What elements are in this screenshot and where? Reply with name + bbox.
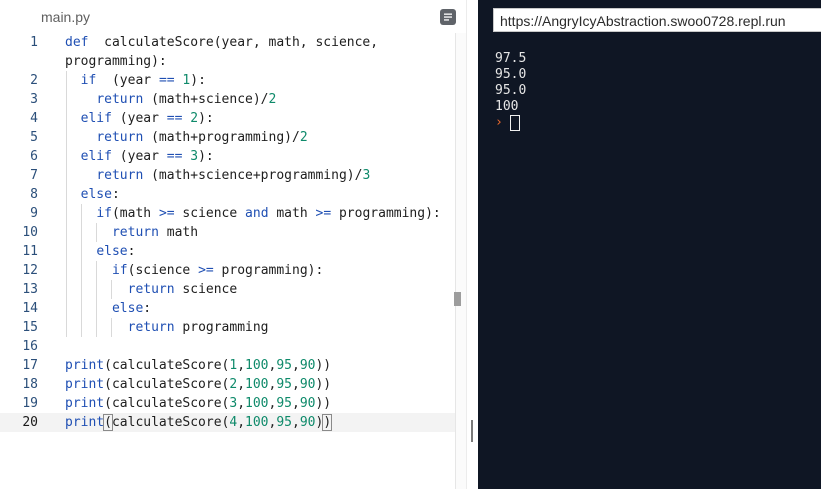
line-number: 18 [22, 377, 38, 392]
line-number: 19 [22, 396, 38, 411]
code-line[interactable]: 11 else: [0, 242, 455, 261]
chevron-right-icon: › [495, 115, 503, 130]
repl-url-bar[interactable]: https://AngryIcyAbstraction.swoo0728.rep… [493, 8, 821, 32]
console-output-line: 100 [495, 99, 519, 114]
code-line[interactable]: 5 return (math+programming)/2 [0, 128, 455, 147]
code-line[interactable]: 20 print(calculateScore(4,100,95,90)) [0, 413, 455, 432]
code-text: else: [111, 301, 152, 316]
code-text: return (math+programming)/2 [96, 130, 308, 145]
console-cursor [510, 115, 520, 131]
code-line[interactable]: 2 if (year == 1): [0, 71, 455, 90]
code-line[interactable]: 13 return science [0, 280, 455, 299]
line-number: 6 [30, 149, 38, 164]
code-line[interactable]: 9 if(math >= science and math >= program… [0, 204, 455, 223]
sidebar-menu-icon[interactable] [440, 9, 456, 25]
line-number: 16 [22, 339, 38, 354]
code-text: if (year == 1): [80, 73, 206, 88]
code-line[interactable]: 19 print(calculateScore(3,100,95,90)) [0, 394, 455, 413]
code-line[interactable]: 14 else: [0, 299, 455, 318]
code-editor-pane: main.py 1 def calculateScore(year, math, … [0, 0, 466, 489]
file-tab-main-py[interactable]: main.py [41, 9, 90, 25]
code-text: elif (year == 2): [80, 111, 214, 126]
code-line[interactable]: 3 return (math+science)/2 [0, 90, 455, 109]
editor-vertical-scrollbar[interactable] [455, 33, 466, 489]
code-line[interactable]: 15 return programming [0, 318, 455, 337]
line-number: 13 [22, 282, 38, 297]
line-number: 10 [22, 225, 38, 240]
line-number: 14 [22, 301, 38, 316]
line-number: 9 [30, 206, 38, 221]
line-number: 7 [30, 168, 38, 183]
line-number: 15 [22, 320, 38, 335]
line-number: 1 [30, 35, 38, 50]
code-line[interactable]: 17 print(calculateScore(1,100,95,90)) [0, 356, 455, 375]
code-text: else: [80, 187, 120, 202]
code-text: def calculateScore(year, math, science, [65, 35, 379, 50]
line-number: 4 [30, 111, 38, 126]
repl-url[interactable]: https://AngryIcyAbstraction.swoo0728.rep… [500, 13, 786, 29]
line-number: 5 [30, 130, 38, 145]
code-text: return (math+science)/2 [96, 92, 277, 107]
console-output-line: 95.0 [495, 83, 527, 98]
line-number: 11 [22, 244, 38, 259]
editor-header: main.py [0, 0, 466, 33]
console-output-line: 97.5 [495, 51, 527, 66]
console-output: 97.5 95.0 95.0 100 [495, 51, 526, 115]
code-line[interactable]: 8 else: [0, 185, 455, 204]
line-number: 12 [22, 263, 38, 278]
line-number: 2 [30, 73, 38, 88]
line-number: 3 [30, 92, 38, 107]
code-text: else: [96, 244, 136, 259]
line-number: 8 [30, 187, 38, 202]
code-line[interactable]: 4 elif (year == 2): [0, 109, 455, 128]
console-output-line: 95.0 [495, 67, 527, 82]
editor-scrollbar-thumb[interactable] [454, 292, 461, 306]
text-cursor [331, 415, 333, 430]
code-line[interactable]: 7 return (math+science+programming)/3 [0, 166, 455, 185]
code-text: programming): [65, 54, 167, 69]
code-text: print(calculateScore(3,100,95,90)) [65, 396, 332, 411]
code-line[interactable]: 10 return math [0, 223, 455, 242]
code-line[interactable]: 6 elif (year == 3): [0, 147, 455, 166]
console-pane[interactable]: https://AngryIcyAbstraction.swoo0728.rep… [478, 0, 821, 489]
code-text: if(science >= programming): [111, 263, 324, 278]
code-text: print(calculateScore(2,100,95,90)) [65, 377, 332, 392]
code-text: return programming [127, 320, 269, 335]
code-text: if(math >= science and math >= programmi… [96, 206, 441, 221]
code-text: print(calculateScore(4,100,95,90)) [65, 414, 333, 431]
code-line[interactable]: 18 print(calculateScore(2,100,95,90)) [0, 375, 455, 394]
code-text: return (math+science+programming)/3 [96, 168, 371, 183]
code-line[interactable]: programming): [0, 52, 455, 71]
code-line[interactable]: 16 [0, 337, 455, 356]
line-number: 17 [22, 358, 38, 373]
code-line[interactable]: 1 def calculateScore(year, math, science, [0, 33, 455, 52]
pane-resize-handle[interactable] [471, 420, 473, 442]
line-number: 20 [22, 415, 38, 430]
code-text: print(calculateScore(1,100,95,90)) [65, 358, 332, 373]
code-line[interactable]: 12 if(science >= programming): [0, 261, 455, 280]
code-text: return science [127, 282, 238, 297]
code-text: elif (year == 3): [80, 149, 214, 164]
code-text: return math [111, 225, 199, 240]
